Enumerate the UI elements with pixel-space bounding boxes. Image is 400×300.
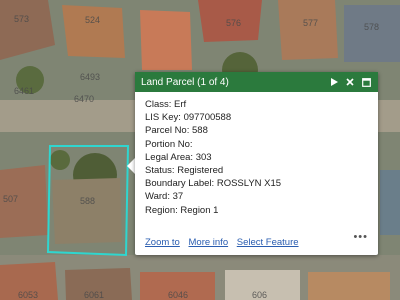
popup-attributes: Class: Erf LIS Key: 097700588 Parcel No:…: [135, 92, 378, 217]
parcel-label: 606: [252, 290, 268, 300]
field-value: 303: [195, 151, 212, 163]
field-label: LIS Key:: [145, 112, 181, 124]
field-boundary-label: Boundary Label: ROSSLYN X15: [145, 177, 368, 190]
field-value: Registered: [177, 165, 224, 177]
field-label: Region:: [145, 204, 178, 216]
field-status: Status: Registered: [145, 164, 368, 177]
field-label: Ward:: [145, 191, 170, 203]
parcel-label: 588: [80, 196, 96, 206]
field-label: Class:: [145, 99, 172, 110]
zoom-to-link[interactable]: Zoom to: [145, 237, 180, 248]
popup-title: Land Parcel (1 of 4): [141, 76, 229, 88]
field-value: ROSSLYN X15: [216, 178, 282, 190]
field-class: Class: Erf: [145, 98, 368, 111]
field-label: Portion No:: [145, 138, 193, 150]
more-info-link[interactable]: More info: [189, 237, 229, 248]
field-lis-key: LIS Key: 097700588: [145, 111, 368, 124]
parcel-label: 578: [364, 22, 380, 32]
field-parcel-no: Parcel No: 588: [145, 124, 368, 137]
parcel-label: 573: [14, 14, 30, 24]
dock-icon[interactable]: [360, 76, 372, 88]
parcel-label: 507: [3, 194, 19, 204]
close-icon[interactable]: [344, 76, 356, 88]
parcel-label: 6470: [74, 94, 95, 104]
select-feature-link[interactable]: Select Feature: [237, 237, 299, 248]
field-value: Region 1: [180, 204, 219, 216]
parcel-label: 6053: [18, 290, 39, 300]
field-value: Erf: [174, 99, 187, 110]
parcel-label: 6046: [168, 290, 189, 300]
field-legal-area: Legal Area: 303: [145, 151, 368, 164]
field-region: Region: Region 1: [145, 204, 368, 217]
parcel-label: 6461: [14, 86, 35, 96]
popup-header: Land Parcel (1 of 4): [135, 72, 378, 92]
field-portion-no: Portion No:: [145, 138, 368, 151]
play-icon[interactable]: [328, 76, 340, 88]
parcel-label: 576: [226, 18, 242, 28]
parcel-label: 577: [303, 18, 319, 28]
field-label: Boundary Label:: [145, 178, 215, 190]
field-label: Legal Area:: [145, 151, 194, 163]
field-ward: Ward: 37: [145, 190, 368, 203]
parcel-label: 6493: [80, 72, 101, 82]
parcel-label: 6061: [84, 290, 105, 300]
popup-actions: Zoom to More info Select Feature: [145, 237, 368, 249]
field-label: Parcel No:: [145, 125, 190, 137]
field-label: Status:: [145, 165, 175, 177]
field-value: 37: [172, 191, 184, 203]
parcel-label: 524: [85, 15, 101, 25]
field-value: 097700588: [183, 112, 232, 124]
field-value: 588: [192, 125, 208, 137]
feature-popup: Land Parcel (1 of 4) Class: Erf LIS Key:…: [135, 72, 378, 255]
